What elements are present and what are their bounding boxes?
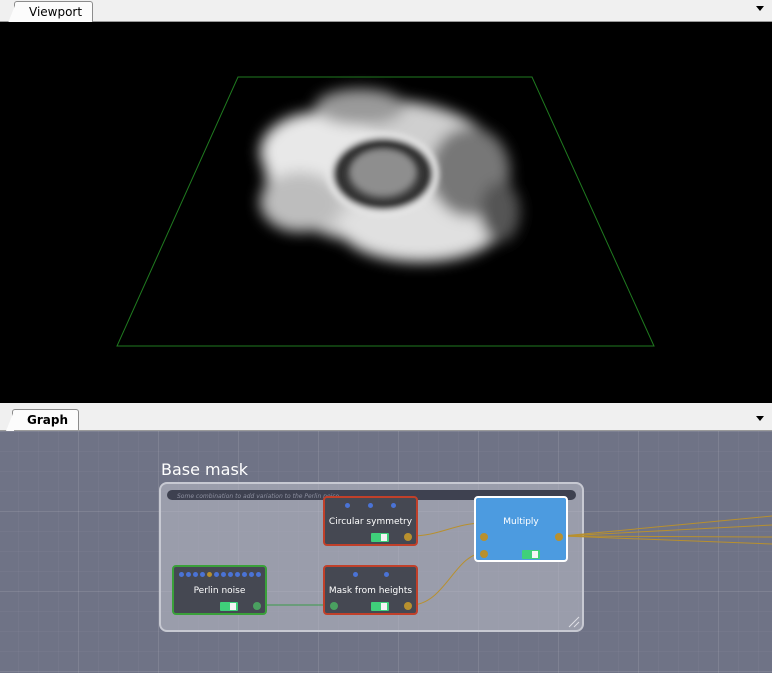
node-enable-toggle[interactable] xyxy=(220,602,238,611)
viewport-scene xyxy=(116,76,655,347)
node-label: Perlin noise xyxy=(193,586,246,596)
viewport-canvas[interactable] xyxy=(0,22,772,403)
param-dot[interactable] xyxy=(200,572,205,577)
graph-links xyxy=(262,515,772,606)
node-label: Multiply xyxy=(503,517,539,527)
param-dot[interactable] xyxy=(345,503,350,508)
link-multiply-out-2 xyxy=(561,524,772,537)
viewport-tab-bar: Viewport xyxy=(0,0,772,23)
param-dot[interactable] xyxy=(207,572,212,577)
viewport-menu-chevron-down-icon[interactable] xyxy=(756,6,764,11)
link-multiply-out-1 xyxy=(561,515,772,537)
input-port[interactable] xyxy=(330,602,338,610)
graph-tab-bar: Graph xyxy=(0,408,772,431)
node-enable-toggle[interactable] xyxy=(522,550,540,559)
output-port[interactable] xyxy=(404,602,412,610)
node-mask-from-heights[interactable]: Mask from heights xyxy=(323,565,418,615)
output-port[interactable] xyxy=(253,602,261,610)
tab-graph-label: Graph xyxy=(27,413,68,427)
param-dot[interactable] xyxy=(179,572,184,577)
param-dot[interactable] xyxy=(384,572,389,577)
node-enable-toggle[interactable] xyxy=(371,533,389,542)
param-dot[interactable] xyxy=(256,572,261,577)
param-dot[interactable] xyxy=(221,572,226,577)
node-circular-symmetry[interactable]: Circular symmetry xyxy=(323,496,418,546)
graph-menu-chevron-down-icon[interactable] xyxy=(756,416,764,421)
tab-viewport[interactable]: Viewport xyxy=(7,1,94,23)
node-perlin-noise[interactable]: Perlin noise xyxy=(172,565,267,615)
input-port[interactable] xyxy=(480,533,488,541)
tab-viewport-label: Viewport xyxy=(29,5,83,19)
output-port[interactable] xyxy=(555,533,563,541)
param-dot[interactable] xyxy=(242,572,247,577)
node-label: Circular symmetry xyxy=(328,517,413,527)
param-dot[interactable] xyxy=(353,572,358,577)
param-dot[interactable] xyxy=(193,572,198,577)
param-dot[interactable] xyxy=(368,503,373,508)
tab-graph[interactable]: Graph xyxy=(6,409,79,431)
graph-canvas[interactable]: Base mask Some combination to add variat… xyxy=(0,431,772,673)
node-enable-toggle[interactable] xyxy=(371,602,389,611)
node-multiply[interactable]: Multiply xyxy=(474,496,568,562)
param-dot[interactable] xyxy=(228,572,233,577)
param-dot[interactable] xyxy=(391,503,396,508)
param-dot[interactable] xyxy=(214,572,219,577)
node-label: Mask from heights xyxy=(328,586,413,596)
param-dot[interactable] xyxy=(249,572,254,577)
param-dot[interactable] xyxy=(235,572,240,577)
link-mask-to-multiply xyxy=(410,552,485,606)
output-port[interactable] xyxy=(404,533,412,541)
input-port[interactable] xyxy=(480,550,488,558)
param-dot[interactable] xyxy=(186,572,191,577)
